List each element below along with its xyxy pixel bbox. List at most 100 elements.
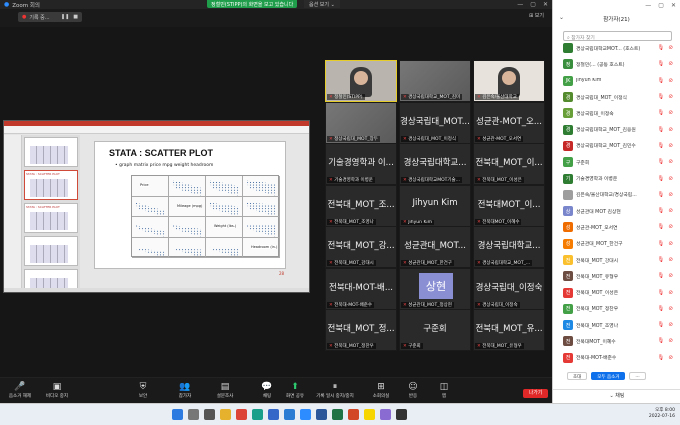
mic-muted-icon[interactable]: 🎙 <box>657 208 664 214</box>
participant-tile[interactable]: 전북대_MOT_강... ✕ 전북대_MOT_강대시 <box>325 226 397 268</box>
minimize-icon[interactable]: — <box>517 1 523 8</box>
participant-row[interactable]: 경상국립대학교MOT... (호스트) 🎙 ⊘ <box>553 40 680 56</box>
leave-button[interactable]: 나가기 <box>523 389 548 398</box>
zoom-icon[interactable] <box>300 409 311 420</box>
edge-icon[interactable] <box>252 409 263 420</box>
participant-tile[interactable]: ✕ 경상국립대학교_MOT_김미 <box>399 60 471 102</box>
participant-row[interactable]: 상 성균관대 MOT 김상현 🎙 ⊘ <box>553 203 680 219</box>
mic-muted-icon[interactable]: 🎙 <box>657 78 664 84</box>
mic-muted-icon[interactable]: 🎙 <box>657 110 664 116</box>
mic-muted-icon[interactable]: 🎙 <box>657 192 664 198</box>
slide-thumbnail[interactable]: STATA : SCATTER PLOT <box>24 203 78 233</box>
slide-thumbnail[interactable] <box>24 236 78 266</box>
excel-icon[interactable] <box>332 409 343 420</box>
participant-row[interactable]: 전 전북대_MOT_이성은 🎙 ⊘ <box>553 284 680 300</box>
participant-row[interactable]: 전 전북대_MOT_조영나 🎙 ⊘ <box>553 317 680 333</box>
participant-tile[interactable]: 경상국립대학교... ✕ 경상국립대학교_MOT_... <box>473 226 545 268</box>
mic-muted-icon[interactable]: 🎙 <box>657 143 664 149</box>
kakao-icon[interactable] <box>364 409 375 420</box>
mic-muted-icon[interactable]: 🎙 <box>657 241 664 247</box>
participant-tile[interactable]: 전북대-MOT-배... ✕ 전북대-MOT-배준수 <box>325 267 397 310</box>
video-button[interactable]: ▣ 비디오 중지 <box>37 382 77 399</box>
video-off-icon[interactable]: ⊘ <box>668 110 673 116</box>
video-off-icon[interactable]: ⊘ <box>668 61 673 67</box>
participant-tile[interactable]: 기술경영학과 이... ✕ 기술경영학과 이병운 <box>325 143 397 185</box>
participant-row[interactable]: 전 전북대_MOT_강대시 🎙 ⊘ <box>553 252 680 268</box>
participant-tile[interactable]: 전북대_MOT_조... ✕ 전북대_MOT_조영나 <box>325 184 397 227</box>
video-off-icon[interactable]: ⊘ <box>668 208 673 214</box>
participant-tile[interactable]: Jihyun Kim ✕ Jihyun Kim <box>399 184 471 227</box>
video-off-icon[interactable]: ⊘ <box>668 143 673 149</box>
mute-all-button[interactable]: 모두 음소거 <box>591 372 626 380</box>
polls-button[interactable]: ▤ 설문조사 <box>205 382 245 399</box>
word-icon[interactable] <box>316 409 327 420</box>
maximize-icon[interactable]: ▢ <box>530 1 536 8</box>
participant-row[interactable]: 전 전북대MOT_이혜수 🎙 ⊘ <box>553 333 680 349</box>
participant-tile[interactable]: 상현 ✕ 성균관대_MOT_정상현 <box>399 267 471 310</box>
security-button[interactable]: ⛨ 보안 <box>123 382 163 399</box>
mic-muted-icon[interactable]: 🎙 <box>657 355 664 361</box>
video-off-icon[interactable]: ⊘ <box>668 94 673 100</box>
notes-icon[interactable] <box>380 409 391 420</box>
mic-muted-icon[interactable]: 🎙 <box>657 127 664 133</box>
mic-muted-icon[interactable]: 🎙 <box>657 224 664 230</box>
apps-button[interactable]: ◫ 앱 <box>424 382 464 399</box>
mic-muted-icon[interactable]: 🎙 <box>657 159 664 165</box>
stop-icon[interactable]: ■ <box>73 14 78 20</box>
mic-muted-icon[interactable]: 🎙 <box>657 176 664 182</box>
chrome-icon[interactable] <box>236 409 247 420</box>
mic-muted-icon[interactable]: 🎙 <box>657 322 664 328</box>
mic-muted-icon[interactable]: 🎙 <box>657 290 664 296</box>
search-icon[interactable] <box>188 409 199 420</box>
participant-row[interactable]: 경 경상국립대_MOT_이정식 🎙 ⊘ <box>553 89 680 105</box>
close-icon[interactable]: ✕ <box>543 1 548 8</box>
participant-tile[interactable]: 성균관-MOT_오... ✕ 성균관-MOT_오서연 <box>473 101 545 144</box>
participant-tile[interactable]: ✕ 정상국립대_MOT_장두 <box>325 101 397 144</box>
terminal-icon[interactable] <box>396 409 407 420</box>
invite-button[interactable]: 초대 <box>567 372 588 380</box>
participant-tile[interactable]: 경상국립대_MOT... ✕ 경상국립대_MOT_이정식 <box>399 101 471 144</box>
system-clock[interactable]: 오후 8:00 2022-07-16 <box>649 408 675 420</box>
file-explorer-icon[interactable] <box>220 409 231 420</box>
mic-muted-icon[interactable]: 🎙 <box>657 306 664 312</box>
participant-row[interactable]: 전 전북대_MOT_유형우 🎙 ⊘ <box>553 268 680 284</box>
close-icon[interactable]: ✕ <box>671 2 676 9</box>
task-view-icon[interactable] <box>204 409 215 420</box>
participant-row[interactable]: 경 경상국립대학교_MOT_김민수 🎙 ⊘ <box>553 138 680 154</box>
mic-muted-icon[interactable]: 🎙 <box>657 257 664 263</box>
participant-tile[interactable]: 전북대MOT_이... ✕ 전북대MOT_이혜수 <box>473 184 545 227</box>
powerpoint-icon[interactable] <box>348 409 359 420</box>
recording-button[interactable]: ⏸ 기록 일시 중지/중지 <box>315 382 355 399</box>
participant-row[interactable]: 전 전북대_MOT_정찬우 🎙 ⊘ <box>553 301 680 317</box>
mic-muted-icon[interactable]: 🎙 <box>657 338 664 344</box>
window-controls[interactable]: — ▢ ✕ <box>517 1 548 8</box>
maximize-icon[interactable]: ▢ <box>658 2 664 9</box>
mic-muted-icon[interactable]: 🎙 <box>657 45 664 51</box>
view-button[interactable]: ⊞ 보기 <box>529 12 544 19</box>
video-off-icon[interactable]: ⊘ <box>668 176 673 182</box>
participants-button[interactable]: 👥 참가자 <box>165 382 205 399</box>
participant-row[interactable]: 경 경상국립대_이정숙 🎙 ⊘ <box>553 105 680 121</box>
video-off-icon[interactable]: ⊘ <box>668 290 673 296</box>
shared-screen[interactable]: STATA : SCATTER PLOT STATA : SCATTER PLO… <box>3 120 310 293</box>
participant-tile[interactable]: 경상국립대학교... ✕ 경상국립대학교MOT기술... <box>399 143 471 185</box>
video-off-icon[interactable]: ⊘ <box>668 355 673 361</box>
participant-tile[interactable]: 전북대_MOT_유... ✕ 전북대_MOT_유형우 <box>473 309 545 351</box>
mic-muted-icon[interactable]: 🎙 <box>657 61 664 67</box>
video-off-icon[interactable]: ⊘ <box>668 192 673 198</box>
video-off-icon[interactable]: ⊘ <box>668 224 673 230</box>
participant-tile[interactable]: 전북대_MOT_정... ✕ 전북대_MOT_정찬우 <box>325 309 397 351</box>
unmute-button[interactable]: 🎤 음소거 해제 <box>0 382 40 399</box>
slide-thumbnails[interactable]: STATA : SCATTER PLOT STATA : SCATTER PLO… <box>22 135 80 292</box>
participant-tile[interactable]: ✕ 김은숙/울산대학교 <box>473 60 545 102</box>
participant-tile[interactable]: ✕ 정철민(STIPP) <box>325 60 397 102</box>
participant-row[interactable]: 성 성균관-MOT_오서연 🎙 ⊘ <box>553 219 680 235</box>
view-options-button[interactable]: 옵션 보기 ⌄ <box>304 0 340 8</box>
participant-row[interactable]: 구 구준회 🎙 ⊘ <box>553 154 680 170</box>
slide-thumbnail[interactable]: STATA : SCATTER PLOT <box>24 170 78 200</box>
participant-row[interactable]: 경 경상국립대학교_MOT_김응원 🎙 ⊘ <box>553 121 680 137</box>
participant-row[interactable]: 김은숙/울산대학교/경상국립... 🎙 ⊘ <box>553 187 680 203</box>
participant-row[interactable]: JK Jihyun Kim 🎙 ⊘ <box>553 73 680 89</box>
video-off-icon[interactable]: ⊘ <box>668 322 673 328</box>
windows-start-icon[interactable] <box>172 409 183 420</box>
